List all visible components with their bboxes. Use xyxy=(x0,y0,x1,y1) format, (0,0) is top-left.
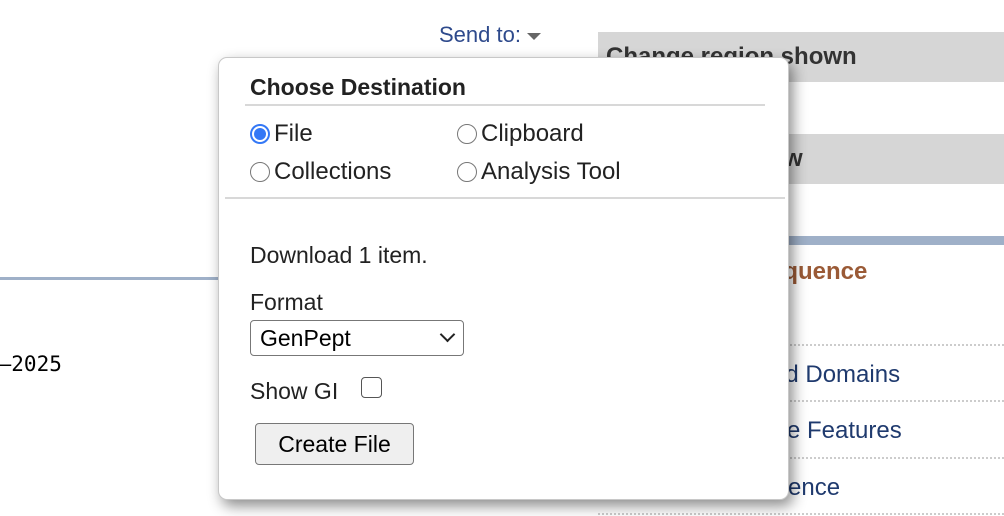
separator xyxy=(598,513,1004,515)
create-file-button[interactable]: Create File xyxy=(255,423,414,465)
format-select[interactable]: GenPept xyxy=(250,320,464,356)
radio-file[interactable]: File xyxy=(250,120,313,148)
radio-icon[interactable] xyxy=(250,162,270,182)
chevron-down-icon xyxy=(439,326,456,343)
link-find-sequence[interactable]: ence xyxy=(788,474,840,502)
radio-clipboard[interactable]: Clipboard xyxy=(457,120,584,148)
send-to-label: Send to: xyxy=(439,22,521,47)
format-label: Format xyxy=(250,289,323,315)
format-value: GenPept xyxy=(260,325,351,351)
send-to-popup: Choose Destination File Clipboard Collec… xyxy=(218,57,789,500)
show-gi-label: Show GI xyxy=(250,378,339,404)
divider xyxy=(0,277,218,280)
radio-analysis-tool[interactable]: Analysis Tool xyxy=(457,158,621,186)
radio-icon[interactable] xyxy=(457,124,477,144)
download-count-text: Download 1 item. xyxy=(250,242,428,268)
radio-label: File xyxy=(274,120,313,147)
radio-selected-icon[interactable] xyxy=(250,124,270,144)
radio-label: Clipboard xyxy=(481,120,584,147)
radio-label: Collections xyxy=(274,158,392,185)
link-sequence-features[interactable]: ce Features xyxy=(775,417,902,445)
radio-label: Analysis Tool xyxy=(481,158,621,185)
show-gi-checkbox[interactable] xyxy=(361,377,382,398)
radio-icon[interactable] xyxy=(457,162,477,182)
radio-collections[interactable]: Collections xyxy=(250,158,391,186)
link-conserved-domains[interactable]: ed Domains xyxy=(772,361,900,389)
send-to-menu[interactable]: Send to: xyxy=(439,22,541,48)
caret-down-icon xyxy=(526,32,541,40)
popup-title: Choose Destination xyxy=(250,74,466,100)
divider xyxy=(225,197,785,199)
divider xyxy=(245,104,765,106)
date-text: 3–2025 xyxy=(0,352,62,376)
